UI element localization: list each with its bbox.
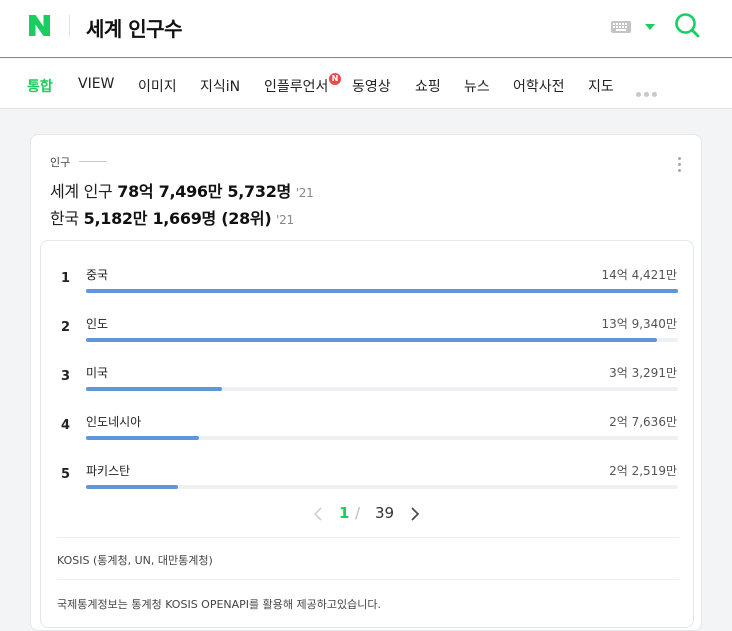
korea-population-value: 5,182만 1,669명 (28위) bbox=[83, 209, 272, 228]
tab-images[interactable]: 이미지 bbox=[138, 76, 177, 96]
chevron-left-icon[interactable] bbox=[311, 506, 325, 522]
chevron-right-icon[interactable] bbox=[408, 506, 422, 522]
ranking-row[interactable]: 4 인도네시아 2억 7,636만 bbox=[41, 400, 693, 448]
tab-shopping[interactable]: 쇼핑 bbox=[415, 76, 441, 96]
population-bar-fill bbox=[86, 436, 200, 440]
population-bar-fill bbox=[86, 485, 179, 489]
total-pages: 39 bbox=[375, 504, 395, 522]
data-source[interactable]: KOSIS (통계청, UN, 대만통계청) bbox=[57, 537, 679, 579]
country-name: 인도 bbox=[86, 317, 109, 331]
country-name: 파키스탄 bbox=[86, 464, 131, 478]
tab-knowledge-in[interactable]: 지식iN bbox=[200, 76, 240, 96]
population-amount: 3억 3,291만 bbox=[609, 366, 677, 380]
tab-integrated[interactable]: 통합 bbox=[27, 76, 53, 96]
more-tabs-icon[interactable] bbox=[636, 82, 664, 97]
chevron-down-icon[interactable] bbox=[645, 24, 655, 30]
naver-logo[interactable] bbox=[27, 13, 52, 38]
country-name: 중국 bbox=[86, 268, 109, 282]
rank-number: 5 bbox=[61, 467, 71, 482]
data-notice: 국제통계정보는 통계청 KOSIS OPENAPI를 활용해 제공하고있습니다. bbox=[57, 579, 679, 627]
section-label-line bbox=[79, 161, 107, 162]
population-bar-track bbox=[86, 387, 678, 391]
population-bar-fill bbox=[86, 387, 223, 391]
tab-influencer[interactable]: 인플루언서 bbox=[264, 76, 328, 96]
rank-number: 4 bbox=[61, 418, 71, 433]
world-label: 세계 인구 bbox=[50, 182, 113, 201]
page-separator: / bbox=[355, 504, 361, 522]
keyboard-icon[interactable] bbox=[611, 21, 631, 33]
ranking-panel: 1 중국 14억 4,421만 2 인도 13억 9,340만 3 미국 3억 … bbox=[40, 240, 694, 628]
population-card: 인구 세계 인구 78억 7,496만 5,732명 '21 한국 5,182만… bbox=[30, 134, 702, 631]
section-label: 인구 bbox=[50, 156, 71, 169]
rank-number: 2 bbox=[61, 320, 71, 335]
current-page: 1 bbox=[339, 504, 350, 522]
tab-map[interactable]: 지도 bbox=[588, 76, 614, 96]
ranking-row[interactable]: 3 미국 3억 3,291만 bbox=[41, 351, 693, 399]
korea-year: '21 bbox=[276, 213, 294, 227]
ranking-row[interactable]: 5 파키스탄 2억 2,519만 bbox=[41, 449, 693, 497]
world-year: '21 bbox=[295, 186, 314, 200]
more-options-icon[interactable] bbox=[678, 157, 681, 173]
search-icon[interactable] bbox=[674, 12, 700, 38]
population-amount: 2억 2,519만 bbox=[609, 464, 677, 478]
population-amount: 14억 4,421만 bbox=[601, 268, 677, 282]
korea-population-summary: 한국 5,182만 1,669명 (28위) '21 bbox=[50, 205, 294, 229]
country-name: 미국 bbox=[86, 366, 109, 380]
ranking-row[interactable]: 1 중국 14억 4,421만 bbox=[41, 253, 693, 301]
search-tabs: 통합 VIEW 이미지 지식iN 인플루언서 N 동영상 쇼핑 뉴스 어학사전 … bbox=[0, 59, 732, 109]
population-amount: 2억 7,636만 bbox=[609, 415, 677, 429]
header-divider bbox=[69, 15, 70, 37]
tab-dictionary[interactable]: 어학사전 bbox=[513, 76, 565, 96]
tab-video[interactable]: 동영상 bbox=[352, 76, 391, 96]
korea-label: 한국 bbox=[50, 209, 79, 228]
ranking-row[interactable]: 2 인도 13억 9,340만 bbox=[41, 302, 693, 350]
new-badge: N bbox=[329, 73, 341, 85]
population-bar-fill bbox=[86, 338, 658, 342]
country-name: 인도네시아 bbox=[86, 415, 142, 429]
population-bar-track bbox=[86, 289, 678, 293]
population-bar-fill bbox=[86, 289, 678, 293]
search-header: 세계 인구수 bbox=[0, 0, 732, 58]
world-population-summary: 세계 인구 78억 7,496만 5,732명 '21 bbox=[50, 178, 314, 202]
rank-number: 1 bbox=[61, 271, 71, 286]
tab-news[interactable]: 뉴스 bbox=[464, 76, 490, 96]
search-query[interactable]: 세계 인구수 bbox=[86, 13, 182, 42]
population-bar-track bbox=[86, 436, 678, 440]
population-bar-track bbox=[86, 485, 678, 489]
world-population-value: 78억 7,496만 5,732명 bbox=[117, 182, 291, 201]
rank-number: 3 bbox=[61, 369, 71, 384]
tab-view[interactable]: VIEW bbox=[78, 76, 114, 92]
population-bar-track bbox=[86, 338, 678, 342]
pagination: 1 / 39 bbox=[41, 503, 693, 527]
population-amount: 13억 9,340만 bbox=[601, 317, 677, 331]
